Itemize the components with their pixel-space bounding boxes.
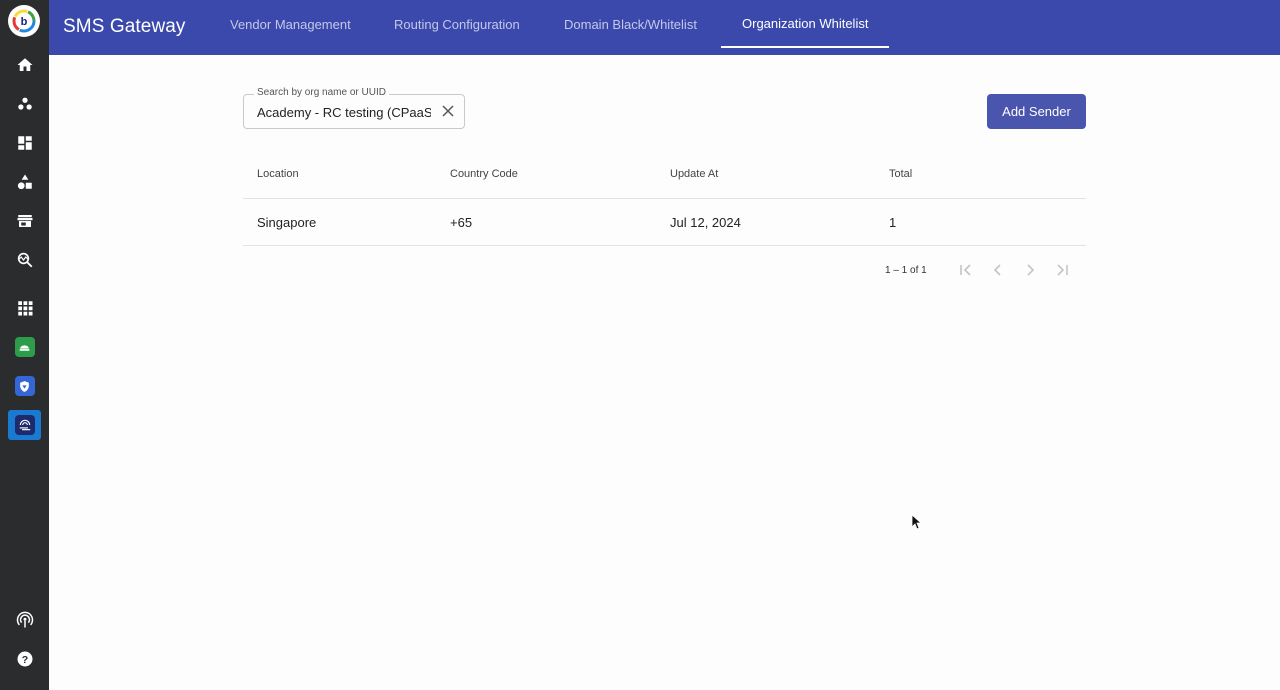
sidebar-item-people[interactable] bbox=[8, 89, 41, 119]
top-app-bar: SMS Gateway Vendor Management Routing Co… bbox=[49, 0, 1280, 55]
svg-text:?: ? bbox=[21, 654, 27, 666]
help-icon: ? bbox=[17, 651, 32, 667]
sidebar-item-query-stats[interactable] bbox=[8, 245, 41, 275]
next-page-button[interactable] bbox=[1022, 262, 1038, 278]
sidebar-item-green-app[interactable] bbox=[8, 332, 41, 362]
green-app-icon bbox=[14, 337, 35, 357]
pagination-range: 1 – 1 of 1 bbox=[885, 265, 927, 276]
add-sender-button[interactable]: Add Sender bbox=[987, 94, 1086, 129]
org-search-field[interactable]: Search by org name or UUID Academy - RC … bbox=[243, 87, 465, 129]
broadcast-icon bbox=[16, 611, 33, 628]
sidebar-item-sms-gateway[interactable] bbox=[8, 410, 41, 440]
column-header-update-at[interactable]: Update At bbox=[670, 168, 718, 180]
sidebar-item-home[interactable] bbox=[8, 50, 41, 80]
sidebar-item-broadcast[interactable] bbox=[8, 605, 41, 635]
app-title: SMS Gateway bbox=[63, 16, 186, 37]
last-page-icon bbox=[1057, 264, 1068, 276]
store-icon bbox=[17, 215, 32, 227]
sidebar-item-shapes[interactable] bbox=[8, 167, 41, 197]
first-page-icon bbox=[960, 264, 971, 276]
people-icon bbox=[17, 97, 32, 110]
apps-grid-icon bbox=[17, 301, 32, 316]
chevron-right-icon bbox=[1027, 264, 1035, 276]
column-header-location[interactable]: Location bbox=[257, 168, 299, 180]
sms-gateway-app-icon bbox=[14, 415, 35, 435]
cell-country-code: +65 bbox=[450, 215, 473, 230]
chevron-left-icon bbox=[993, 264, 1001, 276]
shapes-icon bbox=[17, 174, 32, 190]
home-icon bbox=[17, 58, 32, 71]
tab-vendor-management[interactable]: Vendor Management bbox=[209, 0, 372, 48]
first-page-button[interactable] bbox=[958, 262, 974, 278]
table-row[interactable]: Singapore +65 Jul 12, 2024 1 bbox=[243, 199, 1086, 246]
last-page-button[interactable] bbox=[1054, 262, 1070, 278]
app-logo-icon[interactable]: b bbox=[8, 5, 40, 37]
mouse-cursor-icon bbox=[911, 514, 923, 530]
clear-search-button[interactable] bbox=[440, 103, 456, 119]
blue-shield-app-icon bbox=[14, 376, 35, 396]
tab-domain-black-whitelist[interactable]: Domain Black/Whitelist bbox=[543, 0, 718, 48]
sidebar-item-store[interactable] bbox=[8, 206, 41, 236]
sidebar-item-shield-app[interactable] bbox=[8, 371, 41, 401]
org-whitelist-table: Location Country Code Update At Total Si… bbox=[243, 150, 1086, 246]
search-input[interactable]: Academy - RC testing (CPaaS bbox=[257, 105, 431, 120]
previous-page-button[interactable] bbox=[990, 262, 1006, 278]
left-sidebar: b ? bbox=[0, 0, 49, 690]
sidebar-item-apps[interactable] bbox=[8, 293, 41, 323]
query-stats-icon bbox=[17, 252, 32, 268]
cell-update-at: Jul 12, 2024 bbox=[670, 215, 741, 230]
dashboard-icon bbox=[17, 136, 32, 150]
sidebar-item-help[interactable]: ? bbox=[8, 644, 41, 674]
sidebar-item-dashboard[interactable] bbox=[8, 128, 41, 158]
column-header-country-code[interactable]: Country Code bbox=[450, 168, 518, 180]
cell-total: 1 bbox=[889, 215, 897, 230]
close-icon bbox=[442, 105, 454, 117]
tab-organization-whitelist[interactable]: Organization Whitelist bbox=[721, 0, 890, 48]
cell-location: Singapore bbox=[257, 215, 317, 230]
svg-text:b: b bbox=[21, 16, 28, 28]
search-field-label: Search by org name or UUID bbox=[254, 87, 389, 98]
tab-routing-configuration[interactable]: Routing Configuration bbox=[373, 0, 541, 48]
column-header-total[interactable]: Total bbox=[889, 168, 912, 180]
table-header: Location Country Code Update At Total bbox=[243, 150, 1086, 199]
